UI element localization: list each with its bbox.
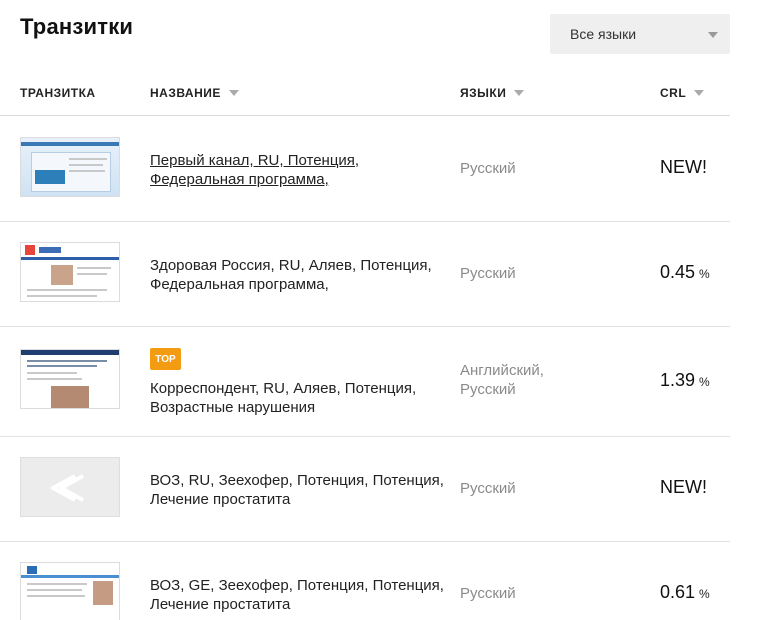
crl-value: NEW! [660,477,707,497]
transit-crl: 0.45% [660,262,710,283]
transit-name[interactable]: ВОЗ, GE, Зеехофер, Потенция, Потенция, Л… [150,576,455,614]
transit-name[interactable]: ВОЗ, RU, Зеехофер, Потенция, Потенция, Л… [150,471,455,509]
sort-down-icon [228,90,239,96]
column-header-label: ЯЗЫКИ [460,86,507,100]
transit-name[interactable]: Здоровая Россия, RU, Аляев, Потенция, Фе… [150,256,455,294]
crl-unit: % [699,587,710,601]
row-thumbnail[interactable] [20,137,120,197]
chevron-down-icon [708,32,718,38]
transit-crl: 1.39% [660,370,710,391]
transit-languages: Английский, Русский [460,362,544,398]
table-row: Здоровая Россия, RU, Аляев, Потенция, Фе… [0,222,730,327]
transit-languages: Русский [460,480,516,497]
crl-unit: % [699,375,710,389]
sort-down-icon [514,90,525,96]
table-row: ВОЗ, RU, Зеехофер, Потенция, Потенция, Л… [0,437,730,542]
transit-languages: Русский [460,585,516,602]
transit-crl: NEW! [660,157,711,178]
crl-value: 0.45 [660,262,696,282]
transit-crl: 0.61% [660,582,710,603]
row-thumbnail[interactable] [20,242,120,302]
column-header-label: ТРАНЗИТКА [20,86,96,100]
logo-placeholder-icon [51,474,84,502]
column-header-name[interactable]: НАЗВАНИЕ [150,86,239,100]
transit-name-link[interactable]: Первый канал, RU, Потенция, Федеральная … [150,151,455,189]
crl-unit: % [699,267,710,281]
table-row: ВОЗ, GE, Зеехофер, Потенция, Потенция, Л… [0,542,730,620]
row-thumbnail[interactable] [20,349,120,409]
row-thumbnail[interactable] [20,457,120,517]
row-thumbnail[interactable] [20,562,120,620]
crl-value: 1.39 [660,370,696,390]
column-header-label: НАЗВАНИЕ [150,86,221,100]
column-header-label: CRL [660,86,687,100]
column-header-languages[interactable]: ЯЗЫКИ [460,86,525,100]
crl-value: 0.61 [660,582,696,602]
column-header-crl[interactable]: CRL [660,86,705,100]
page-title: Транзитки [20,14,134,39]
language-filter-value: Все языки [570,26,637,42]
column-header-thumbnail: ТРАНЗИТКА [20,86,96,100]
transit-languages: Русский [460,265,516,282]
top-badge: TOP [150,348,181,370]
table-header: ТРАНЗИТКА НАЗВАНИЕ ЯЗЫКИ CRL [0,84,730,116]
transit-languages: Русский [460,160,516,177]
table-row: TOP Корреспондент, RU, Аляев, Потенция, … [0,327,730,437]
table-row: Первый канал, RU, Потенция, Федеральная … [0,117,730,222]
language-filter-select[interactable]: Все языки [550,14,730,54]
crl-value: NEW! [660,157,707,177]
transit-crl: NEW! [660,477,711,498]
sort-down-icon [694,90,705,96]
transit-name[interactable]: Корреспондент, RU, Аляев, Потенция, Возр… [150,379,455,417]
